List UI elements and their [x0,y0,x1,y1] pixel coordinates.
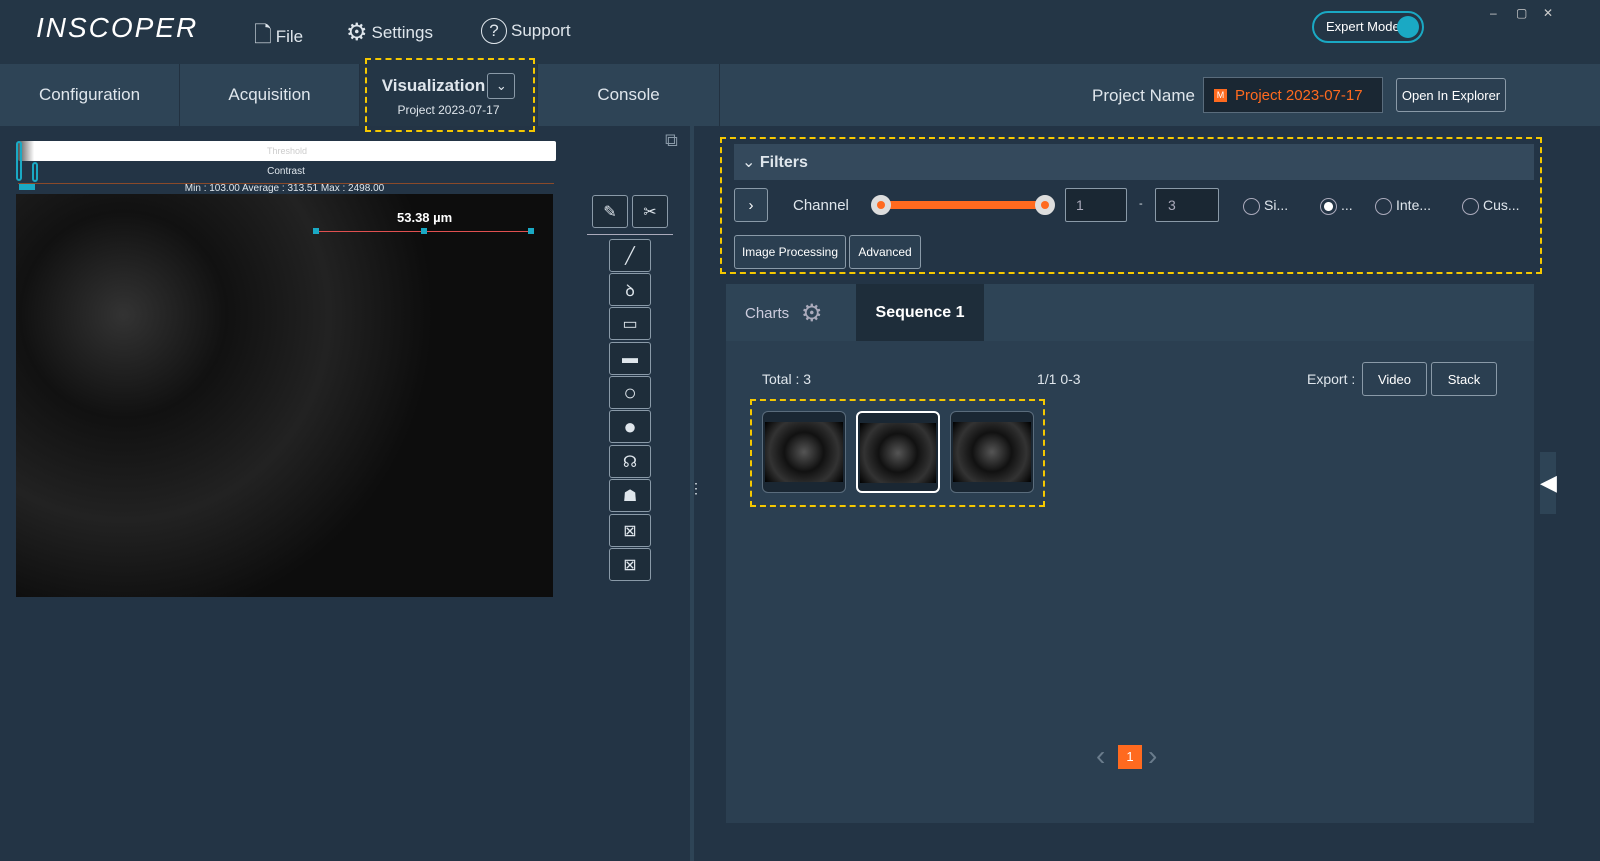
radio-checked-icon [1320,197,1337,215]
tab-acquisition[interactable]: Acquisition [180,64,360,126]
microscopy-image[interactable]: 53.38 µm [16,194,553,597]
filters-title: Filters [759,154,808,171]
pencil-icon[interactable]: ✎ [592,195,628,228]
slider-handle-max[interactable] [1035,195,1055,215]
popout-icon[interactable]: ⧉ [665,130,678,151]
measure-handle[interactable] [313,228,319,234]
export-stack-button[interactable]: Stack [1431,362,1497,396]
expert-mode-label: Expert Mode [1326,19,1400,34]
image-stats: Min : 103.00 Average : 313.51 Max : 2498… [184,183,385,194]
channel-from-input[interactable]: 1 [1065,188,1127,222]
support-label: Support [511,21,571,40]
advanced-button[interactable]: Advanced [849,235,921,269]
measure-label: 53.38 µm [397,210,453,225]
open-in-explorer-button[interactable]: Open In Explorer [1396,78,1506,112]
next-page-icon[interactable]: › [1148,740,1157,772]
project-name-field[interactable]: M Project 2023-07-17 [1203,77,1383,113]
radio-option[interactable]: Si... [1243,197,1288,215]
channel-range-slider[interactable] [880,201,1045,209]
freehand-icon[interactable]: ꝺ [609,273,651,306]
threshold-slider[interactable]: Threshold [18,141,556,161]
slider-handle-min[interactable] [871,195,891,215]
settings-menu[interactable]: ⚙ Settings [346,18,433,47]
expert-mode-toggle[interactable]: Expert Mode [1312,11,1424,43]
roi-cross-icon[interactable]: ⊠ [609,514,651,547]
filled-circle-icon[interactable]: ● [609,410,651,443]
expand-button[interactable]: › [734,188,768,222]
radio-icon [1375,197,1392,215]
measure-handle[interactable] [528,228,534,234]
project-name-label: Project Name [1092,86,1195,105]
toggle-knob [1397,16,1419,38]
contrast-slider[interactable]: Contrast [18,164,554,184]
filled-polygon-icon[interactable]: ☗ [609,479,651,512]
gear-icon: ⚙ [346,19,368,46]
radio-label: Si... [1264,197,1289,213]
file-label: File [275,27,304,46]
radio-label: Cus... [1483,197,1520,213]
tab-console[interactable]: Console [538,64,720,126]
radio-icon [1243,197,1260,215]
channel-to-input[interactable]: 3 [1155,188,1219,222]
radio-icon [1462,197,1479,215]
close-button[interactable]: ✕ [1543,6,1553,20]
line-icon[interactable]: ╱ [609,239,651,272]
highlight-box [365,58,535,132]
thumbnail[interactable] [762,411,846,493]
tab-configuration[interactable]: Configuration [0,64,180,126]
tab-charts[interactable]: Charts [745,305,789,322]
filters-header[interactable]: ⌄ Filters [734,144,1534,180]
chevron-down-icon: ⌄ [742,154,760,171]
minimize-button[interactable]: – [1490,6,1497,20]
radio-label: Inte... [1396,197,1432,213]
radio-option[interactable]: Cus... [1462,197,1520,215]
rectangle-icon[interactable]: ▭ [609,307,651,340]
range-separator: - [1139,198,1143,210]
radio-option[interactable]: Inte... [1375,197,1431,215]
project-badge: M [1214,88,1227,102]
gear-icon[interactable]: ⚙ [801,299,823,328]
radio-option-selected[interactable]: ... [1320,197,1353,215]
image-processing-button[interactable]: Image Processing [734,235,846,269]
inscoper-logo: INSCOPER [36,12,199,43]
circle-icon[interactable]: ○ [609,376,651,409]
measure-handle[interactable] [421,228,427,234]
thumbnail[interactable] [950,411,1034,493]
page-1-button[interactable]: 1 [1118,745,1142,769]
tab-sequence-1[interactable]: Sequence 1 [856,284,984,341]
scissors-icon[interactable]: ✂ [632,195,668,228]
page-range: 1/1 0-3 [1037,371,1081,387]
drag-handle-icon[interactable]: ⋮ [689,480,703,497]
radio-label: ... [1341,197,1353,213]
export-video-button[interactable]: Video [1362,362,1427,396]
export-label: Export : [1307,371,1356,387]
file-icon: 🗋 [254,22,272,47]
thumbnail-selected[interactable] [856,411,940,493]
collapse-panel-icon[interactable]: ◀ [1540,452,1557,514]
roi-cross-icon-2[interactable]: ⊠ [609,548,651,581]
panel-tabs [726,284,1534,341]
help-icon: ? [481,18,507,44]
polygon-icon[interactable]: ☊ [609,445,651,478]
total-count: Total : 3 [762,371,812,387]
filled-rectangle-icon[interactable]: ▬ [609,342,651,375]
maximize-button[interactable]: ▢ [1516,6,1527,20]
tool-divider [587,234,673,235]
project-name-value: Project 2023-07-17 [1235,86,1363,104]
channel-label: Channel [793,197,849,214]
file-menu[interactable]: 🗋 File [254,18,303,56]
prev-page-icon[interactable]: ‹ [1096,740,1105,772]
support-menu[interactable]: ? Support [481,18,571,44]
settings-label: Settings [371,22,433,42]
